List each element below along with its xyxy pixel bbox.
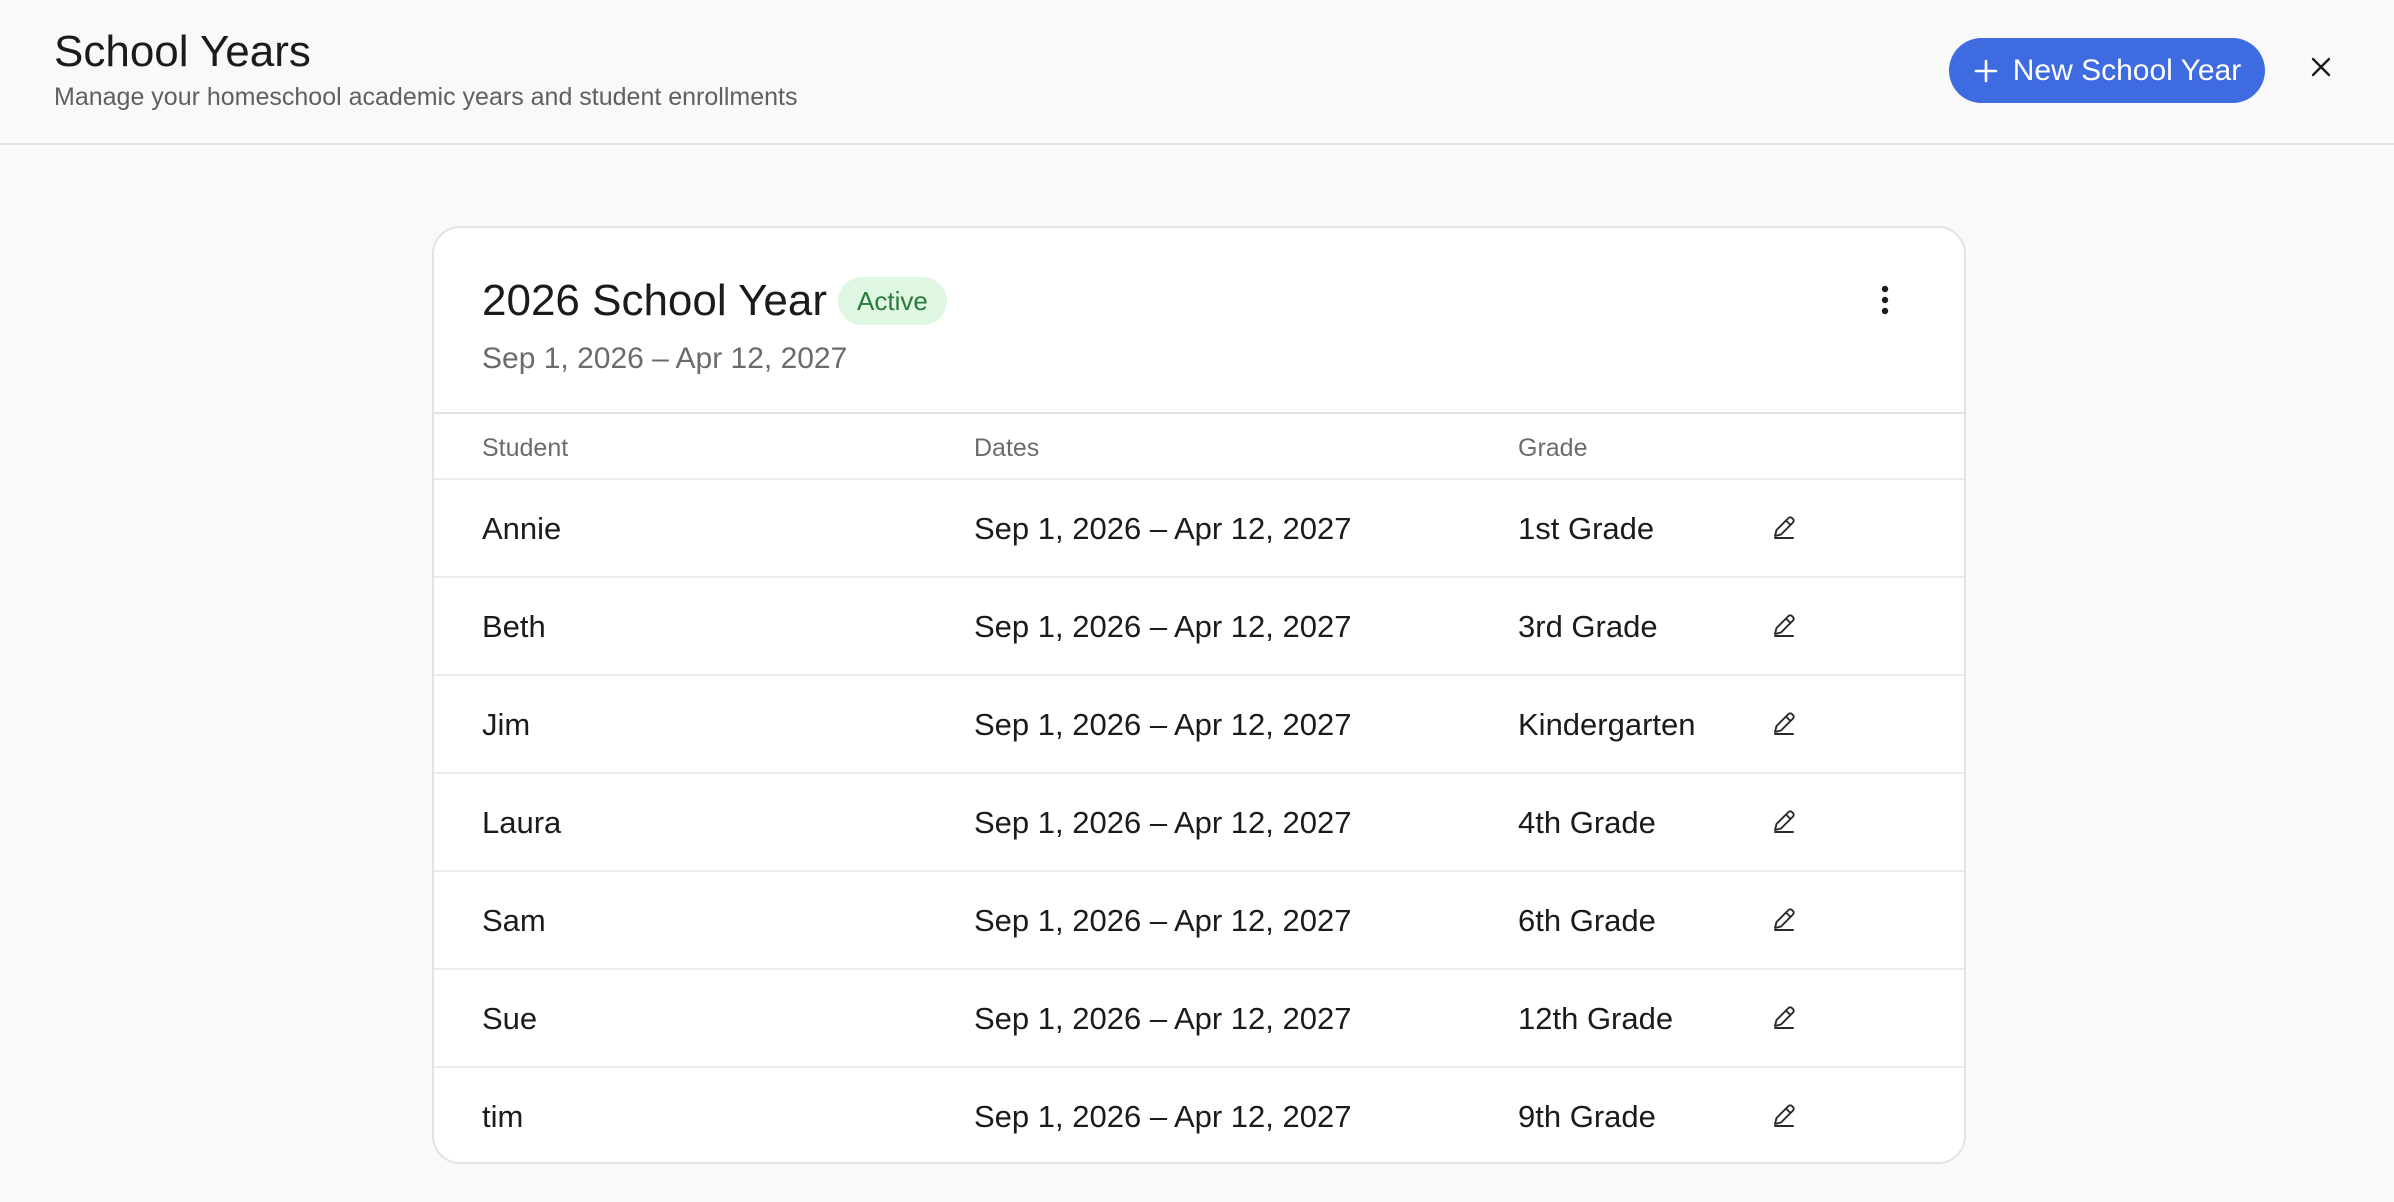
pencil-icon xyxy=(1770,807,1798,840)
student-name: tim xyxy=(482,1099,524,1134)
edit-dates-button[interactable] xyxy=(1768,1101,1800,1133)
school-year-card-header: 2026 School Year Active Sep 1, 2026 – Ap… xyxy=(434,228,1964,414)
page-subtitle: Manage your homeschool academic years an… xyxy=(54,83,798,111)
close-button[interactable] xyxy=(2304,52,2338,86)
grade-level: 12th Grade xyxy=(1518,1001,1674,1036)
table-row: tim Sep 1, 2026 – Apr 12, 2027 9th Grade xyxy=(434,1068,1964,1162)
student-name: Annie xyxy=(482,511,562,546)
close-icon xyxy=(2310,56,2332,83)
student-name: Sam xyxy=(482,903,546,938)
pencil-icon xyxy=(1770,905,1798,938)
edit-dates-button[interactable] xyxy=(1768,807,1800,839)
edit-dates-button[interactable] xyxy=(1768,905,1800,937)
enrollment-dates: Sep 1, 2026 – Apr 12, 2027 xyxy=(974,511,1352,546)
grade-level: 1st Grade xyxy=(1518,511,1655,546)
table-row: Beth Sep 1, 2026 – Apr 12, 2027 3rd Grad… xyxy=(434,578,1964,676)
school-year-dates: Sep 1, 2026 – Apr 12, 2027 xyxy=(482,342,848,375)
enrollment-dates: Sep 1, 2026 – Apr 12, 2027 xyxy=(974,1001,1352,1036)
enrollment-dates: Sep 1, 2026 – Apr 12, 2027 xyxy=(974,805,1352,840)
enrollment-dates: Sep 1, 2026 – Apr 12, 2027 xyxy=(974,609,1352,644)
student-name: Laura xyxy=(482,805,562,840)
pencil-icon xyxy=(1770,513,1798,546)
grade-level: 9th Grade xyxy=(1518,1099,1656,1134)
edit-dates-button[interactable] xyxy=(1768,611,1800,643)
table-row: Laura Sep 1, 2026 – Apr 12, 2027 4th Gra… xyxy=(434,774,1964,872)
grade-level: 6th Grade xyxy=(1518,903,1656,938)
edit-dates-button[interactable] xyxy=(1768,1003,1800,1035)
grade-level: 3rd Grade xyxy=(1518,609,1658,644)
enrollments-table-header: Student Dates Grade xyxy=(434,414,1964,480)
pencil-icon xyxy=(1770,1101,1798,1134)
new-school-year-label: New School Year xyxy=(2012,53,2242,87)
student-name: Beth xyxy=(482,609,546,644)
more-options-button[interactable] xyxy=(1870,282,1900,322)
more-vertical-icon xyxy=(1880,285,1890,320)
student-name: Sue xyxy=(482,1001,538,1036)
table-row: Sue Sep 1, 2026 – Apr 12, 2027 12th Grad… xyxy=(434,970,1964,1068)
edit-dates-button[interactable] xyxy=(1768,709,1800,741)
page-title: School Years xyxy=(54,27,311,76)
table-row: Annie Sep 1, 2026 – Apr 12, 2027 1st Gra… xyxy=(434,480,1964,578)
column-header-grade: Grade xyxy=(1518,434,1588,462)
enrollment-dates: Sep 1, 2026 – Apr 12, 2027 xyxy=(974,1099,1352,1134)
status-badge: Active xyxy=(838,277,947,325)
grade-level: 4th Grade xyxy=(1518,805,1656,840)
pencil-icon xyxy=(1770,709,1798,742)
column-header-dates: Dates xyxy=(974,434,1040,462)
enrollment-dates: Sep 1, 2026 – Apr 12, 2027 xyxy=(974,707,1352,742)
school-year-title: 2026 School Year xyxy=(482,276,827,325)
grade-level: Kindergarten xyxy=(1518,707,1696,742)
edit-dates-button[interactable] xyxy=(1768,513,1800,545)
enrollment-dates: Sep 1, 2026 – Apr 12, 2027 xyxy=(974,903,1352,938)
pencil-icon xyxy=(1770,1003,1798,1036)
page-header: School Years Manage your homeschool acad… xyxy=(0,0,2394,145)
enrollments-table-body: Annie Sep 1, 2026 – Apr 12, 2027 1st Gra… xyxy=(434,480,1964,1162)
new-school-year-button[interactable]: New School Year xyxy=(1949,38,2265,103)
student-name: Jim xyxy=(482,707,531,742)
plus-icon xyxy=(1973,58,1999,84)
table-row: Jim Sep 1, 2026 – Apr 12, 2027 Kindergar… xyxy=(434,676,1964,774)
table-row: Sam Sep 1, 2026 – Apr 12, 2027 6th Grade xyxy=(434,872,1964,970)
column-header-student: Student xyxy=(482,434,569,462)
school-year-card: 2026 School Year Active Sep 1, 2026 – Ap… xyxy=(432,226,1966,1164)
pencil-icon xyxy=(1770,611,1798,644)
